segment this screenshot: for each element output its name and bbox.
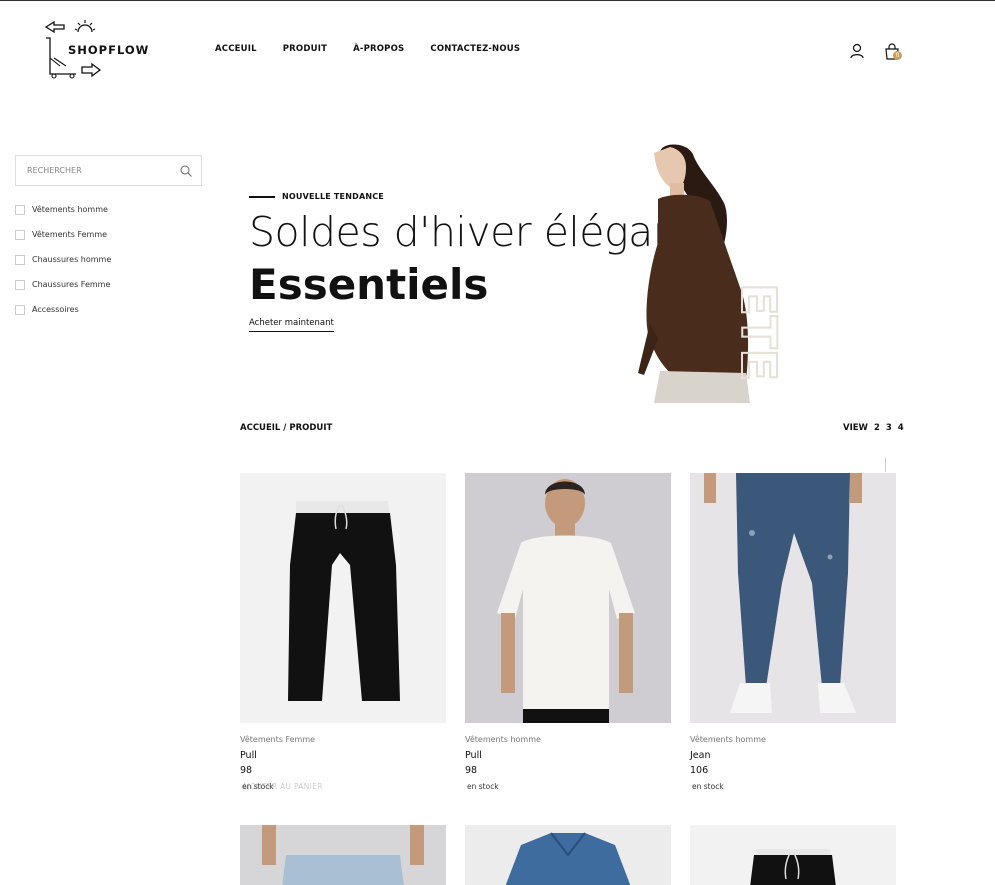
category-checkbox[interactable] [15,279,25,290]
search-box [15,155,202,186]
category-checkbox[interactable] [15,254,25,265]
category-filter-item[interactable]: Vêtements Femme [15,222,111,247]
category-checkbox[interactable] [15,304,25,315]
grid-view-selector: VIEW 2 3 4 [843,423,904,433]
product-category: Vêtements homme [465,735,541,744]
product-image[interactable] [690,473,896,723]
view-option-2[interactable]: 2 [874,423,880,433]
main-nav: ACCEUIL PRODUIT À-PROPOS CONTACTEZ-NOUS [215,44,546,54]
shop-now-link[interactable]: Acheter maintenant [249,318,334,332]
product-name[interactable]: Pull [240,750,257,761]
product-name[interactable]: Pull [465,750,482,761]
divider [885,458,886,472]
stock-status: en stock [692,782,724,791]
product-category: Vêtements Femme [240,735,316,744]
top-border [0,0,995,1]
product-card[interactable]: Vêtements homme Jean 106 en stock [690,473,896,791]
product-image[interactable] [465,825,671,885]
category-filter-item[interactable]: Chaussures Femme [15,272,111,297]
hero-subtitle: Essentiels [249,260,489,309]
product-image[interactable] [465,473,671,723]
breadcrumb: ACCUEIL / PRODUIT [240,423,333,433]
product-price: 98 [240,765,253,776]
logo-text: SHOPFLOW [68,43,150,57]
nav-accueil[interactable]: ACCEUIL [215,44,257,54]
hero-model-image: ETE [638,144,780,403]
category-checkbox[interactable] [15,229,25,240]
view-option-3[interactable]: 3 [886,423,892,433]
cart-count-badge: 0 [893,51,902,60]
nav-contactez-nous[interactable]: CONTACTEZ-NOUS [430,44,520,54]
product-image[interactable] [240,825,446,885]
product-card[interactable]: Vêtements Femme Pull 98 AJOUTER AU PANIE… [240,473,446,791]
product-price: 98 [465,765,478,776]
product-category: Vêtements homme [690,735,766,744]
product-image[interactable] [240,473,446,723]
search-input[interactable] [16,156,166,185]
hero-image-text: ETE [730,283,780,381]
shopflow-logo[interactable]: SHOPFLOW [44,18,164,80]
category-label: Chaussures homme [32,255,112,264]
product-image[interactable] [690,825,896,885]
view-option-4[interactable]: 4 [898,423,904,433]
hero-tag: NOUVELLE TENDANCE [282,192,384,201]
category-filter-list: Vêtements homme Vêtements Femme Chaussur… [15,197,111,322]
category-label: Vêtements Femme [32,230,108,239]
search-icon[interactable] [180,165,192,177]
user-icon[interactable] [850,43,864,59]
category-label: Chaussures Femme [32,280,111,289]
product-price: 106 [690,765,709,776]
category-filter-item[interactable]: Accessoires [15,297,111,322]
category-checkbox[interactable] [15,204,25,215]
stock-status: en stock [467,782,499,791]
hero-tag-line [249,196,275,198]
category-label: Accessoires [32,305,79,314]
category-filter-item[interactable]: Chaussures homme [15,247,111,272]
nav-produit[interactable]: PRODUIT [283,44,327,54]
product-card[interactable]: Vêtements homme Pull 98 en stock [465,473,671,791]
view-label: VIEW [843,423,868,433]
category-label: Vêtements homme [32,205,108,214]
category-filter-item[interactable]: Vêtements homme [15,197,111,222]
product-name[interactable]: Jean [690,750,711,761]
stock-status: en stock [242,782,274,791]
nav-a-propos[interactable]: À-PROPOS [353,44,404,54]
